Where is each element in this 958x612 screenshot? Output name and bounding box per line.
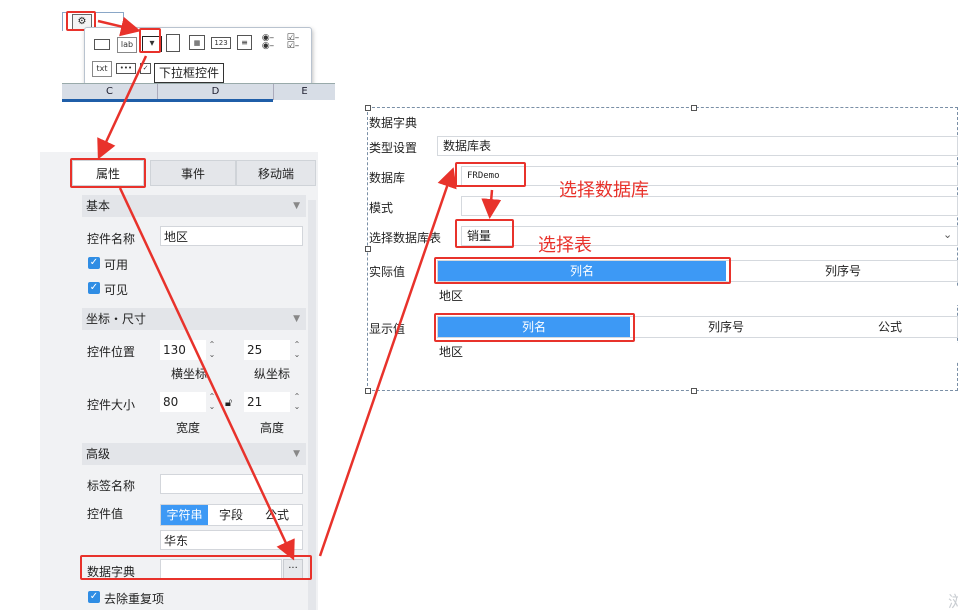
- arrow-dictionary-to-database: [318, 167, 457, 557]
- arrow-properties-to-dictionary: [118, 187, 295, 561]
- arrow-wrench-to-dropdown: [97, 16, 141, 37]
- annotation-arrows: [97, 16, 502, 561]
- arrow-database-to-table: [481, 189, 502, 219]
- arrow-dropdown-to-properties: [97, 55, 148, 160]
